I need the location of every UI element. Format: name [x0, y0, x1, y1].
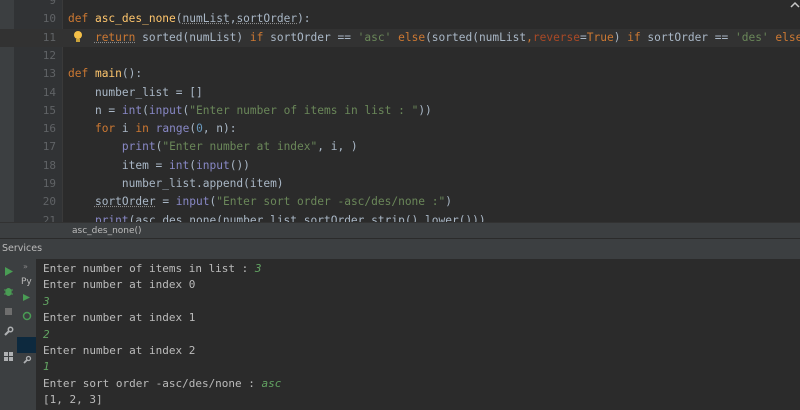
wrench-icon[interactable]	[3, 326, 14, 337]
services-title: Services	[2, 243, 43, 254]
chevron-right-icon[interactable]: »	[23, 262, 28, 271]
code-line[interactable]: 9	[0, 0, 800, 10]
breadcrumb[interactable]: asc_des_none()	[72, 223, 142, 238]
line-number: 13	[42, 67, 56, 81]
code-line[interactable]: 17 print("Enter number at index", i, )	[0, 138, 800, 156]
code-line[interactable]: 14 number_list = []	[0, 84, 800, 102]
code-line[interactable]: 19 number_list.append(item)	[0, 175, 800, 193]
code-text[interactable]: sortOrder = input("Enter sort order -asc…	[68, 193, 452, 211]
console-line: Enter number of items in list : 3	[43, 262, 262, 275]
debug-icon[interactable]	[3, 286, 14, 297]
code-text[interactable]: return sorted(numList) if sortOrder == '…	[68, 29, 800, 47]
code-line[interactable]: 11 return sorted(numList) if sortOrder =…	[0, 28, 800, 47]
line-number: 11	[42, 30, 56, 44]
services-header: Services	[0, 238, 800, 260]
layout-icon[interactable]	[3, 351, 14, 362]
code-text[interactable]: def asc_des_none(numList,sortOrder):	[68, 10, 311, 28]
stop-icon[interactable]	[3, 306, 14, 317]
code-line[interactable]: 13 def main():	[0, 65, 800, 83]
code-text[interactable]: print("Enter number at index", i, )	[68, 138, 358, 156]
run-config-icon[interactable]	[22, 293, 31, 302]
code-text[interactable]: item = int(input())	[68, 157, 250, 175]
console-line: Enter sort order -asc/des/none : asc	[43, 376, 282, 390]
lightbulb-icon[interactable]	[73, 30, 83, 44]
code-line[interactable]: 18 item = int(input())	[0, 157, 800, 175]
line-number: 18	[42, 158, 56, 172]
line-number: 10	[42, 12, 56, 26]
console-output[interactable]: Enter number of items in list : 3 Enter n…	[36, 259, 800, 410]
console-line: 1	[43, 360, 50, 374]
code-text[interactable]: number_list = []	[68, 84, 203, 102]
console-line: 2	[43, 327, 50, 341]
console-line: Enter number at index 0	[43, 278, 196, 292]
code-line[interactable]: 20 sortOrder = input("Enter sort order -…	[0, 193, 800, 211]
line-number: 14	[42, 85, 56, 99]
tree-item-label[interactable]: Py	[21, 277, 32, 287]
rerun-icon[interactable]	[22, 311, 32, 321]
line-number: 9	[49, 0, 56, 7]
services-tree[interactable]: » Py	[17, 259, 37, 410]
services-toolbar	[0, 259, 18, 410]
code-line[interactable]: 10 def asc_des_none(numList,sortOrder):	[0, 10, 800, 28]
line-number: 20	[42, 195, 56, 209]
breadcrumb-bar: asc_des_none()	[0, 222, 800, 238]
code-text[interactable]: for i in range(0, n):	[68, 120, 237, 138]
line-number: 19	[42, 177, 56, 190]
console-line: Enter number at index 1	[43, 311, 196, 325]
scroll-up-icon[interactable]	[790, 0, 800, 10]
code-editor[interactable]: 9 10 def asc_des_none(numList,sortOrder): 1…	[0, 0, 800, 238]
console-line: 3	[43, 294, 50, 308]
line-number: 15	[42, 103, 56, 117]
code-text[interactable]: n = int(input("Enter number of items in …	[68, 102, 432, 120]
line-number: 16	[42, 122, 56, 136]
code-line[interactable]: 16 for i in range(0, n):	[0, 120, 800, 138]
wrench-icon[interactable]	[22, 355, 32, 365]
code-line[interactable]: 15 n = int(input("Enter number of items …	[0, 102, 800, 120]
console-line: Enter number at index 2	[43, 344, 196, 357]
line-number: 17	[42, 140, 56, 154]
code-line[interactable]: 12	[0, 47, 800, 65]
code-text[interactable]: number_list.append(item)	[68, 175, 284, 193]
run-icon[interactable]	[3, 266, 14, 277]
code-text[interactable]: def main():	[68, 65, 142, 83]
line-number: 12	[42, 48, 56, 62]
console-line: [1, 2, 3]	[43, 393, 103, 407]
tree-selected-row[interactable]	[17, 337, 36, 353]
